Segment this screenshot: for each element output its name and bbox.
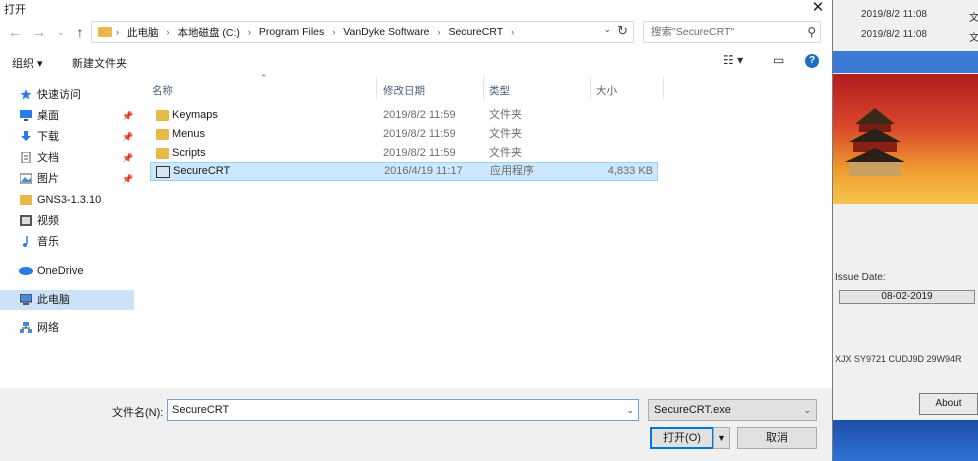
network-icon <box>20 322 32 333</box>
column-headers: 名称 ⌃ 修改日期 类型 大小 <box>138 73 832 99</box>
nav-music[interactable]: 音乐 <box>0 232 134 252</box>
bg-col-b: 文 <box>969 33 978 44</box>
bg-issue-label: Issue Date: <box>835 272 886 283</box>
title-bar: 打开 ✕ <box>0 0 832 17</box>
preview-pane-icon[interactable]: ▭ <box>773 53 784 67</box>
toolbar: 组织 ▾ 新建文件夹 ☷ ▾ ▭ ? <box>0 47 832 77</box>
recent-locations-dropdown-icon[interactable]: ⌄ <box>52 23 70 41</box>
address-bar[interactable]: › 此电脑 › 本地磁盘 (C:) › Program Files › VanDyke… <box>91 21 634 43</box>
back-arrow-icon[interactable]: ← <box>6 23 24 41</box>
up-arrow-icon[interactable]: ↑ <box>71 23 89 41</box>
bg-date-2: 2019/8/2 11:08 <box>861 29 927 40</box>
breadcrumb-local-disk[interactable]: 本地磁盘 (C:) › <box>178 25 259 40</box>
bg-title-bar <box>833 51 978 73</box>
chevron-down-icon: ⌄ <box>803 405 811 415</box>
temple-icon <box>845 108 905 176</box>
music-icon <box>23 236 28 247</box>
address-dropdown-icon[interactable]: ⌄ <box>603 24 611 35</box>
forward-arrow-icon[interactable]: → <box>30 23 48 41</box>
file-row-securecrt[interactable]: SecureCRT 2016/4/19 11:17 应用程序 4,833 KB <box>150 162 658 181</box>
organize-button[interactable]: 组织 ▾ <box>12 55 43 71</box>
nav-gns3-folder[interactable]: GNS3-1.3.10 <box>0 190 134 210</box>
help-icon[interactable]: ? <box>805 54 819 68</box>
breadcrumb-vandyke[interactable]: VanDyke Software › <box>343 26 448 38</box>
breadcrumb-this-pc[interactable]: 此电脑 › <box>127 25 178 40</box>
pin-icon: 📌 <box>122 153 134 163</box>
search-icon: ⚲ <box>807 25 816 39</box>
address-row: ← → ⌄ ↑ › 此电脑 › 本地磁盘 (C:) › Program Files ›… <box>0 17 832 47</box>
document-icon <box>21 152 31 163</box>
chevron-down-icon[interactable]: ⌄ <box>626 400 634 420</box>
column-name[interactable]: 名称 <box>152 83 173 98</box>
pin-icon: 📌 <box>122 174 134 184</box>
pin-icon: 📌 <box>122 132 134 142</box>
filename-label: 文件名(N): <box>112 407 164 419</box>
folder-icon <box>156 148 169 159</box>
nav-network[interactable]: 网络 <box>0 318 134 338</box>
open-button[interactable]: 打开(O) <box>650 427 714 449</box>
computer-icon <box>20 294 32 305</box>
download-icon <box>21 131 31 141</box>
breadcrumb-securecrt[interactable]: SecureCRT › <box>448 26 522 38</box>
bg-serial: XJX SY9721 CUDJ9D 29W94R <box>835 354 962 364</box>
folder-icon <box>156 110 169 121</box>
new-folder-button[interactable]: 新建文件夹 <box>72 55 127 71</box>
nav-downloads[interactable]: 下载 📌 <box>0 127 134 147</box>
file-type-select[interactable]: SecureCRT.exe ⌄ <box>648 399 817 421</box>
file-row-scripts[interactable]: Scripts 2019/8/2 11:59 文件夹 <box>150 144 658 163</box>
bg-col-a: 文 <box>969 13 978 24</box>
search-input[interactable]: 搜索"SecureCRT" ⚲ <box>643 21 821 43</box>
open-dropdown-icon[interactable]: ▼ <box>713 427 730 449</box>
open-file-dialog: 打开 ✕ ← → ⌄ ↑ › 此电脑 › 本地磁盘 (C:) › Program F… <box>0 0 833 461</box>
column-date[interactable]: 修改日期 <box>383 83 425 98</box>
about-button[interactable]: About <box>919 393 978 415</box>
desktop-wallpaper <box>833 420 978 461</box>
bg-date-1: 2019/8/2 11:08 <box>861 9 927 20</box>
folder-icon <box>156 129 169 140</box>
nav-desktop[interactable]: 桌面 📌 <box>0 106 134 126</box>
navigation-pane: 快速访问 桌面 📌 下载 📌 文档 📌 图片 📌 GNS3-1.3.10 视频 … <box>0 80 138 388</box>
pin-icon: 📌 <box>122 111 134 121</box>
breadcrumb-program-files[interactable]: Program Files › <box>259 26 343 38</box>
application-icon <box>156 166 170 178</box>
nav-videos[interactable]: 视频 <box>0 211 134 231</box>
bg-banner-image <box>833 74 978 204</box>
column-type[interactable]: 类型 <box>489 83 510 98</box>
view-options-icon[interactable]: ☷ ▾ <box>723 53 743 67</box>
sort-up-icon: ⌃ <box>260 73 268 83</box>
star-icon <box>20 89 32 100</box>
refresh-icon[interactable]: ↻ <box>617 23 628 39</box>
cloud-icon <box>19 267 33 275</box>
dialog-title: 打开 <box>4 4 26 16</box>
bg-issue-date-field: 08-02-2019 <box>839 290 975 304</box>
file-list: 名称 ⌃ 修改日期 类型 大小 Keymaps 2019/8/2 11:59 文… <box>138 73 832 388</box>
background-window: 2019/8/2 11:08 文 2019/8/2 11:08 文 Issue … <box>833 0 978 461</box>
folder-icon <box>20 195 32 205</box>
folder-icon <box>98 27 112 37</box>
nav-quick-access[interactable]: 快速访问 <box>0 85 134 105</box>
filename-input[interactable]: SecureCRT ⌄ <box>167 399 639 421</box>
picture-icon <box>20 173 32 184</box>
cancel-button[interactable]: 取消 <box>737 427 817 449</box>
file-row-menus[interactable]: Menus 2019/8/2 11:59 文件夹 <box>150 125 658 144</box>
file-row-keymaps[interactable]: Keymaps 2019/8/2 11:59 文件夹 <box>150 106 658 125</box>
desktop-icon <box>20 110 32 121</box>
nav-documents[interactable]: 文档 📌 <box>0 148 134 168</box>
nav-this-pc[interactable]: 此电脑 <box>0 290 134 310</box>
column-size[interactable]: 大小 <box>596 83 617 98</box>
close-icon[interactable]: ✕ <box>804 0 832 16</box>
nav-pictures[interactable]: 图片 📌 <box>0 169 134 189</box>
nav-onedrive[interactable]: OneDrive <box>0 261 134 281</box>
video-icon <box>20 215 32 226</box>
bottom-panel: 文件名(N): SecureCRT ⌄ SecureCRT.exe ⌄ 打开(O… <box>0 388 832 461</box>
